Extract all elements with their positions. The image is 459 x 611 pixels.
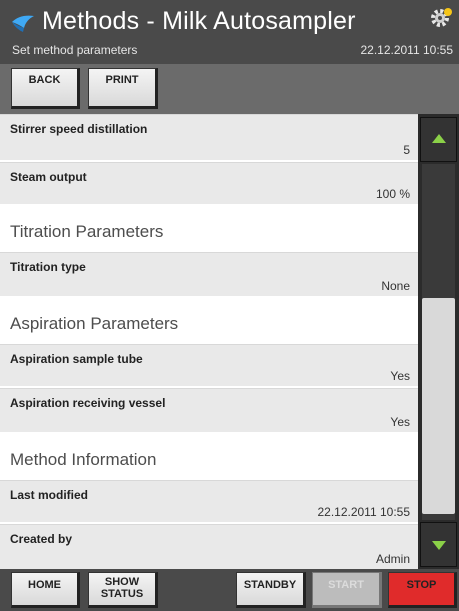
list-item[interactable]: Last modified 22.12.2011 10:55 [0,480,418,522]
stop-button[interactable]: STOP [388,572,457,608]
back-button[interactable]: BACK [11,68,80,109]
row-label: Aspiration receiving vessel [10,396,166,410]
section-heading-method-info: Method Information [10,450,157,469]
list-item[interactable]: Aspiration receiving vessel Yes [0,388,418,432]
list-item[interactable]: Aspiration sample tube Yes [0,344,418,386]
arrow-down-icon [432,541,446,550]
list-item[interactable]: Stirrer speed distillation 5 [0,114,418,160]
list-item[interactable]: Created by Admin [0,524,418,569]
scroll-thumb[interactable] [422,298,455,514]
list-item[interactable]: Titration type None [0,252,418,296]
toolbar: BACK PRINT [0,64,459,114]
row-label: Stirrer speed distillation [10,122,148,136]
row-value: Yes [390,369,410,383]
row-value: Admin [375,552,410,566]
methods-icon [12,15,34,32]
show-status-button[interactable]: SHOW STATUS [88,572,158,608]
row-label: Steam output [10,170,87,184]
show-status-label-line1: SHOW [104,576,140,588]
list-item[interactable]: Steam output 100 % [0,162,418,204]
gear-icon[interactable] [429,6,453,30]
standby-button[interactable]: STANDBY [236,572,306,608]
header-bar: Methods - Milk Autosampler Set method pa… [0,0,459,64]
scroll-up-button[interactable] [420,117,457,162]
section-heading-aspiration: Aspiration Parameters [10,314,179,333]
show-status-label-line2: STATUS [100,588,144,600]
footer-bar: HOME SHOW STATUS STANDBY START STOP [0,569,459,611]
row-value: 100 % [375,187,410,201]
page-subtitle: Set method parameters [12,43,138,57]
row-value: 5 [403,143,410,157]
scrollbar[interactable] [418,114,459,569]
page-title: Methods - Milk Autosampler [42,7,356,35]
start-button[interactable]: START [312,572,382,608]
row-value: 22.12.2011 10:55 [317,505,410,519]
row-value: None [381,279,410,293]
section-heading-titration: Titration Parameters [10,222,164,241]
arrow-up-icon [432,134,446,143]
home-button[interactable]: HOME [11,572,80,608]
row-label: Titration type [10,260,86,274]
row-value: Yes [390,415,410,429]
header-datetime: 22.12.2011 10:55 [360,43,453,57]
parameter-list: Stirrer speed distillation 5 Steam outpu… [0,114,418,569]
row-label: Last modified [10,488,89,502]
row-label: Aspiration sample tube [10,352,143,366]
print-button[interactable]: PRINT [88,68,158,109]
row-label: Created by [10,532,73,546]
scroll-down-button[interactable] [420,522,457,567]
